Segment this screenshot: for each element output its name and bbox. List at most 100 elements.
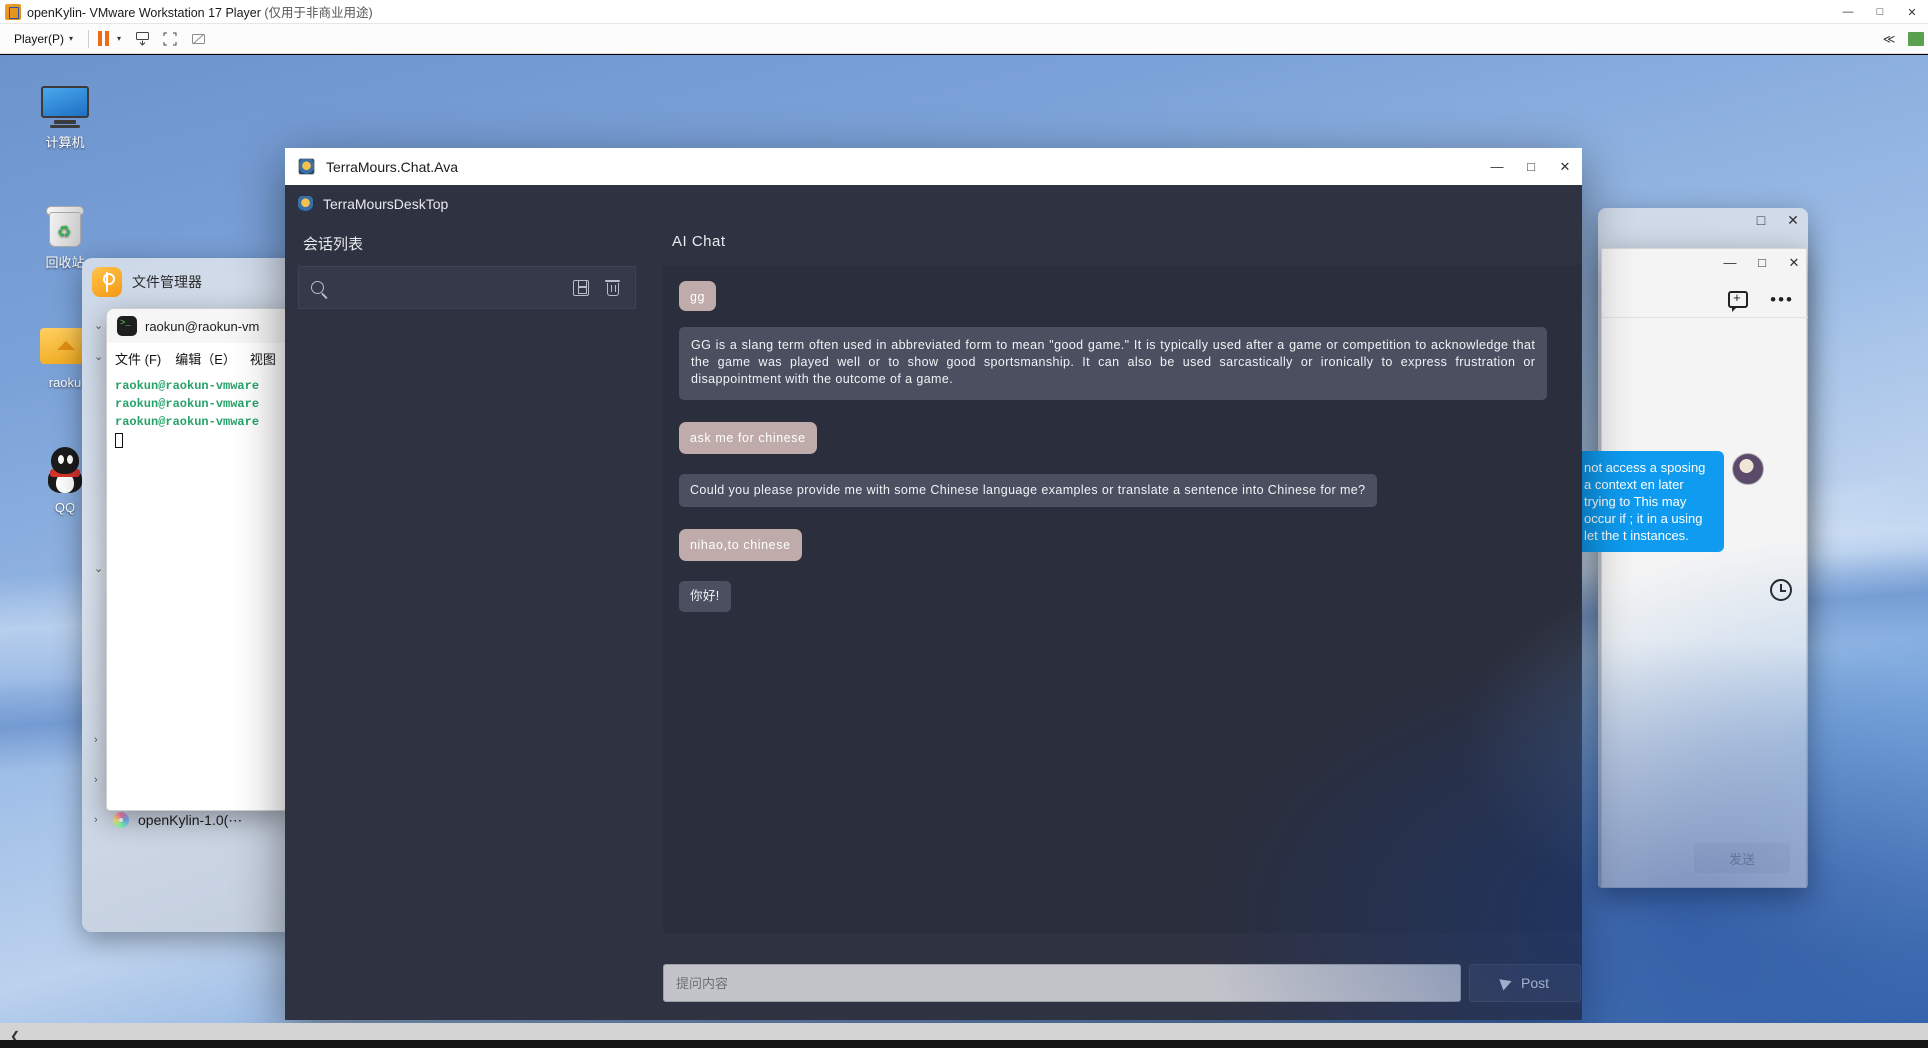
file-manager-header: 文件管理器 <box>82 258 297 306</box>
bgwin-close-button[interactable]: ✕ <box>1784 212 1802 229</box>
suspend-dropdown[interactable]: ▾ <box>111 31 127 46</box>
trash-icon: ♻ <box>22 200 108 252</box>
vmware-titlebar: openKylin- VMware Workstation 17 Player … <box>0 0 1928 24</box>
guest-desktop: 计算机 ♻ 回收站 raoku QQ □ ✕ — □ ✕ + ••• not a… <box>0 55 1928 1023</box>
terminal-title: raokun@raokun-vm <box>145 318 260 334</box>
terramours-window-title: TerraMours.Chat.Ava <box>326 158 459 175</box>
vmware-toolbar-right: ≪ <box>1876 24 1924 54</box>
unity-mode-icon[interactable] <box>185 28 211 50</box>
vmware-app-icon <box>5 3 21 20</box>
qq-send-button[interactable]: 发送 <box>1694 843 1790 873</box>
terramours-desktop-label: TerraMoursDeskTop <box>323 195 449 212</box>
chevron-down-icon: ⌄ <box>94 563 104 575</box>
chat-message-user: nihao,to chinese <box>679 529 1565 561</box>
qq-window-controls: — □ ✕ <box>1722 255 1802 271</box>
search-icon[interactable] <box>311 281 324 294</box>
qq-chat-window[interactable]: — □ ✕ ••• not access a sposing a context… <box>1574 248 1808 888</box>
terminal-cursor <box>115 433 123 448</box>
vmware-title-sub: (仅用于非商业用途) <box>264 6 373 20</box>
terminal-window[interactable]: raokun@raokun-vm 文件 (F) 编辑（E） 视图 raokun@… <box>106 308 292 811</box>
terramours-minimize-button[interactable]: — <box>1480 148 1514 185</box>
desktop-icon-computer[interactable]: 计算机 <box>22 80 108 151</box>
message-bubble: nihao,to chinese <box>679 529 802 561</box>
qq-message-row: not access a sposing a context en later … <box>1574 451 1806 552</box>
vmware-maximize-button[interactable]: □ <box>1864 0 1896 24</box>
computer-icon <box>22 80 108 132</box>
session-actions <box>573 279 620 296</box>
bgwin-maximize-button[interactable]: □ <box>1752 212 1770 229</box>
session-search-bar[interactable] <box>298 266 636 309</box>
terminal-line: raokun@raokun-vmware <box>115 397 260 411</box>
clock-icon[interactable] <box>1770 579 1792 601</box>
send-arrow-icon <box>1499 975 1514 991</box>
save-icon[interactable] <box>573 279 589 296</box>
terramours-maximize-button[interactable]: □ <box>1514 148 1548 185</box>
host-taskbar <box>0 1040 1928 1048</box>
file-manager-title: 文件管理器 <box>132 274 202 290</box>
message-bubble: 你好! <box>679 581 731 612</box>
delete-icon[interactable] <box>605 279 620 296</box>
session-list-pane: 会话列表 <box>285 222 964 1020</box>
tree-item-label: openKylin-1.0(⋯ <box>138 811 243 828</box>
collapse-toolbar-button[interactable]: ≪ <box>1876 28 1902 50</box>
chevron-down-icon: ▾ <box>117 34 122 43</box>
terminal-menubar: 文件 (F) 编辑（E） 视图 <box>107 343 291 373</box>
vmware-title-main: openKylin- VMware Workstation 17 Player <box>27 6 265 20</box>
terramours-titlebar: TerraMours.Chat.Ava — □ ✕ <box>285 148 1582 185</box>
player-menu-button[interactable]: Player(P) ▾ <box>8 29 79 49</box>
new-message-icon[interactable] <box>1728 290 1749 312</box>
dvd-icon <box>112 812 130 828</box>
snapshot-icon[interactable] <box>129 28 155 50</box>
more-dots-icon[interactable]: ••• <box>1770 291 1794 308</box>
avatar <box>1732 453 1764 485</box>
chat-message-list[interactable]: gg GG is a slang term often used in abbr… <box>663 265 1581 933</box>
qq-minimize-button[interactable]: — <box>1722 255 1738 271</box>
file-manager-icon <box>92 267 122 297</box>
terminal-output[interactable]: raokun@raokun-vmware raokun@raokun-vmwar… <box>107 373 291 448</box>
terminal-line: raokun@raokun-vmware <box>115 379 260 393</box>
chat-message-assistant: GG is a slang term often used in abbrevi… <box>679 327 1565 400</box>
post-button[interactable]: Post <box>1469 964 1581 1002</box>
suspend-button[interactable] <box>98 31 110 46</box>
chevron-right-icon: › <box>94 814 98 826</box>
message-bubble: Could you please provide me with some Ch… <box>679 474 1377 507</box>
terramours-body: 会话列表 AI Chat gg GG is a slang term often… <box>285 222 1582 1020</box>
vmware-window-title: openKylin- VMware Workstation 17 Player … <box>27 2 373 21</box>
player-menu-label: Player(P) <box>14 31 65 46</box>
menu-view[interactable]: 视图 <box>250 349 276 368</box>
chevron-down-icon: ⌄ <box>94 319 104 332</box>
chat-message-assistant: 你好! <box>679 581 1565 612</box>
session-list-title: 会话列表 <box>303 236 364 253</box>
menu-edit[interactable]: 编辑（E） <box>175 349 236 368</box>
status-green-icon <box>1908 32 1924 46</box>
chat-input-row: Post <box>663 964 1581 1002</box>
ai-chat-pane: AI Chat gg GG is a slang term often used… <box>649 222 1582 1020</box>
chat-input[interactable] <box>663 964 1461 1002</box>
toolbar-divider <box>88 29 90 48</box>
terminal-line: raokun@raokun-vmware <box>115 415 260 429</box>
vmware-close-button[interactable]: ✕ <box>1896 0 1928 24</box>
vmware-minimize-button[interactable]: — <box>1832 0 1864 24</box>
terminal-titlebar: raokun@raokun-vm <box>107 309 291 343</box>
qq-message-bubble: not access a sposing a context en later … <box>1574 451 1724 552</box>
terramours-chat-window[interactable]: TerraMours.Chat.Ava — □ ✕ TerraMoursDesk… <box>285 148 1582 1020</box>
qq-maximize-button[interactable]: □ <box>1754 255 1770 271</box>
ai-chat-title: AI Chat <box>672 233 726 250</box>
qq-close-button[interactable]: ✕ <box>1786 255 1802 271</box>
terramours-subtitle-bar: TerraMoursDeskTop <box>285 185 1582 222</box>
message-bubble: GG is a slang term often used in abbrevi… <box>679 327 1548 400</box>
chat-message-user: ask me for chinese <box>679 422 1565 454</box>
chevron-right-icon: › <box>94 774 98 786</box>
qq-toolbar: ••• <box>1728 290 1794 312</box>
message-bubble: ask me for chinese <box>679 422 817 454</box>
fullscreen-icon[interactable] <box>157 28 183 50</box>
terramours-close-button[interactable]: ✕ <box>1548 148 1582 185</box>
chat-message-assistant: Could you please provide me with some Ch… <box>679 474 1565 507</box>
qq-divider <box>1602 317 1808 318</box>
vmware-window-controls: — □ ✕ <box>1832 0 1928 24</box>
terramours-window-controls: — □ ✕ <box>1480 148 1582 185</box>
terminal-icon <box>117 316 137 336</box>
menu-file[interactable]: 文件 (F) <box>115 349 161 368</box>
chevron-down-icon: ▾ <box>69 34 74 43</box>
message-bubble: gg <box>679 281 717 311</box>
